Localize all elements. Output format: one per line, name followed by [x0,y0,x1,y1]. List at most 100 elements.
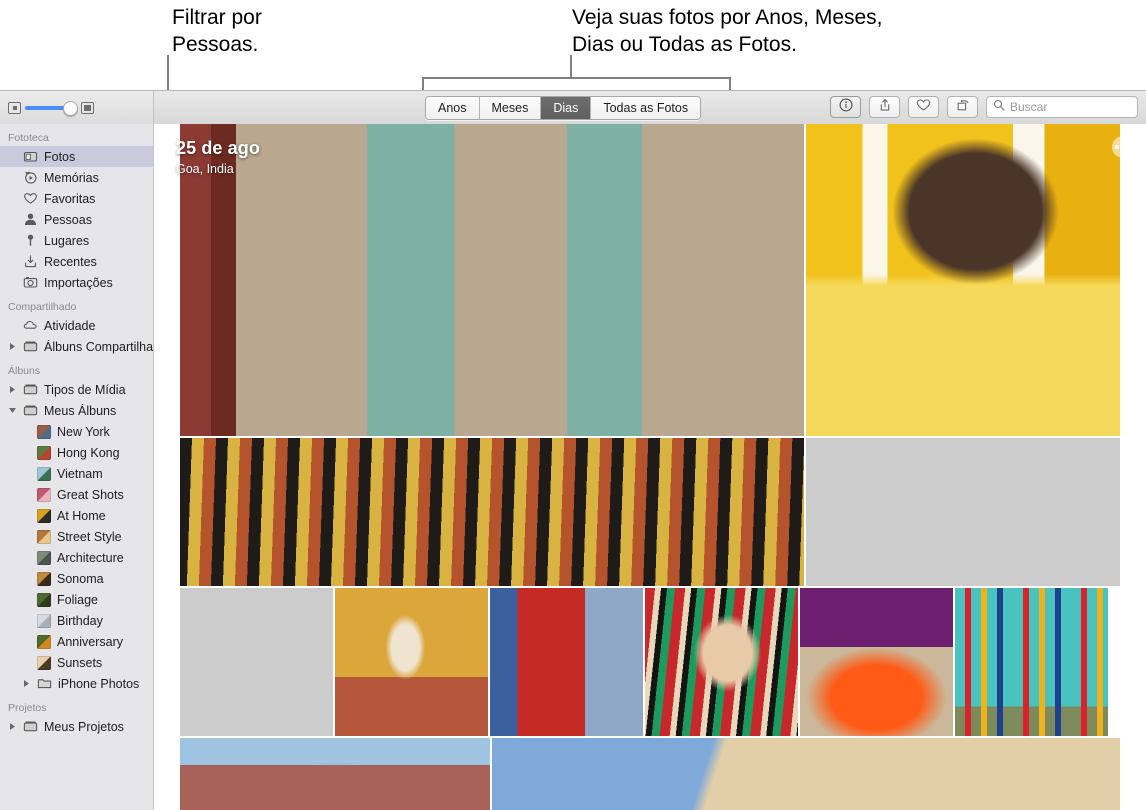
photo-woman-red-wall-cont[interactable] [180,438,804,586]
rotate-button[interactable] [947,96,978,118]
sidebar-item-sonoma[interactable]: Sonoma [0,568,153,589]
photo-thumbnail [180,438,804,586]
tab-meses[interactable]: Meses [479,97,542,119]
sidebar-item-birthday[interactable]: Birthday [0,610,153,631]
album-thumbnail [37,445,51,460]
photo-hand-striped-fabric[interactable] [645,588,798,736]
disclosure-triangle-collapsed[interactable] [8,342,17,351]
zoom-slider-knob[interactable] [63,101,79,116]
album-icon [23,382,38,397]
sidebar-item-favoritas[interactable]: Favoritas [0,188,153,209]
disclosure-triangle-collapsed[interactable] [8,385,17,394]
sidebar-item-recentes[interactable]: Recentes [0,251,153,272]
rotate-icon [956,98,970,117]
sidebar-item-meus-projetos[interactable]: Meus Projetos [0,716,153,737]
sidebar-item-new-york[interactable]: New York [0,421,153,442]
photo-woman-red-wall[interactable] [180,124,804,436]
album-icon [23,403,38,418]
sidebar-section-header: Compartilhado [8,301,77,313]
sidebar-item-albuns-compartilhados[interactable]: Álbuns Compartilhados [0,336,153,357]
photo-thumbnail [180,124,804,436]
sidebar-item-vietnam[interactable]: Vietnam [0,463,153,484]
sidebar-item-anniversary[interactable]: Anniversary [0,631,153,652]
photo-taj-walkway[interactable] [806,438,1120,586]
photo-blue-wall-red-sari[interactable] [490,588,643,736]
photo-grid-row [180,738,1120,810]
sidebar-item-fotos[interactable]: Fotos [0,146,153,167]
sidebar-section-header: Projetos [8,702,47,714]
sidebar-item-label: Great Shots [57,487,124,502]
sidebar-item-label: At Home [57,508,106,523]
zoom-slider-track[interactable] [25,101,79,116]
album-thumbnail [37,466,51,481]
callout-views-text: Veja suas fotos por Anos, Meses, Dias ou… [572,6,883,56]
sidebar-item-importacoes[interactable]: Importações [0,272,153,293]
sidebar-item-label: Lugares [44,233,90,248]
small-thumbnail-icon[interactable] [8,102,21,114]
sidebar-item-tipos-de-midia[interactable]: Tipos de Mídia [0,379,153,400]
search-field[interactable]: Buscar [986,96,1138,118]
sidebar-item-iphone-photos[interactable]: iPhone Photos [0,673,153,694]
memories-icon [23,170,38,185]
heart-icon [23,191,38,206]
photo-laundry-teal-wall[interactable] [955,588,1108,736]
photos-icon [23,149,38,164]
sidebar[interactable]: Fototeca Fotos Memórias Favoritas Pessoas Lug… [0,124,154,810]
share-button[interactable] [869,96,900,118]
sidebar-item-label: Anniversary [57,634,123,649]
date-label: 25 de ago [176,138,260,158]
more-options-button[interactable] [1112,136,1134,158]
sidebar-item-label: Álbuns Compartilhados [44,339,153,354]
ellipsis-icon [1115,145,1119,149]
sidebar-item-architecture[interactable]: Architecture [0,547,153,568]
favorite-button[interactable] [908,96,939,118]
photo-thumbnail [492,738,1120,810]
sidebar-item-label: Meus Álbuns [44,403,117,418]
sidebar-item-lugares[interactable]: Lugares [0,230,153,251]
photo-grid [180,124,1120,810]
tab-todas-as-fotos[interactable]: Todas as Fotos [591,97,701,119]
sidebar-item-street-style[interactable]: Street Style [0,526,153,547]
photo-feet-orange-powder[interactable] [800,588,953,736]
sidebar-item-memorias[interactable]: Memórias [0,167,153,188]
sidebar-item-label: Birthday [57,613,103,628]
photo-thumbnail [335,588,488,736]
disclosure-triangle-collapsed[interactable] [22,679,31,688]
disclosure-triangle-expanded[interactable] [8,407,17,414]
toolbar-actions: Buscar [830,96,1138,118]
sidebar-item-meus-albuns[interactable]: Meus Álbuns [0,400,153,421]
tab-anos[interactable]: Anos [426,97,480,119]
photo-thumbnail [806,124,1120,436]
sidebar-item-pessoas[interactable]: Pessoas [0,209,153,230]
sidebar-item-foliage[interactable]: Foliage [0,589,153,610]
sidebar-item-hong-kong[interactable]: Hong Kong [0,442,153,463]
album-thumbnail [37,550,51,565]
person-icon [23,212,38,227]
photo-thumbnail [180,738,490,810]
photo-thumbnail [490,588,643,736]
sidebar-item-label: Street Style [57,529,122,544]
sidebar-item-at-home[interactable]: At Home [0,505,153,526]
photo-mosque[interactable] [180,738,490,810]
photo-yellow-wall-dancer[interactable] [335,588,488,736]
tab-dias[interactable]: Dias [541,97,592,119]
disclosure-triangle-collapsed[interactable] [8,722,17,731]
album-thumbnail [37,655,51,670]
photo-sandstone-sky[interactable] [492,738,1120,810]
zoom-slider-fill [25,106,68,110]
sidebar-item-label: Meus Projetos [44,719,124,734]
sidebar-item-atividade[interactable]: Atividade [0,315,153,336]
info-button[interactable] [830,96,861,118]
sidebar-item-sunsets[interactable]: Sunsets [0,652,153,673]
view-mode-segmented-control[interactable]: Anos Meses Dias Todas as Fotos [425,96,702,120]
album-thumbnail [37,571,51,586]
photo-grid-area[interactable]: 25 de ago Goa, India [154,124,1146,810]
sidebar-item-great-shots[interactable]: Great Shots [0,484,153,505]
sidebar-item-label: Recentes [44,254,97,269]
photo-man-yellow-wall[interactable] [806,124,1120,436]
large-thumbnail-icon[interactable] [81,102,94,114]
album-thumbnail [37,592,51,607]
photo-orange-sari[interactable] [180,588,333,736]
sidebar-item-label: Hong Kong [57,445,120,460]
zoom-slider[interactable] [8,100,94,116]
